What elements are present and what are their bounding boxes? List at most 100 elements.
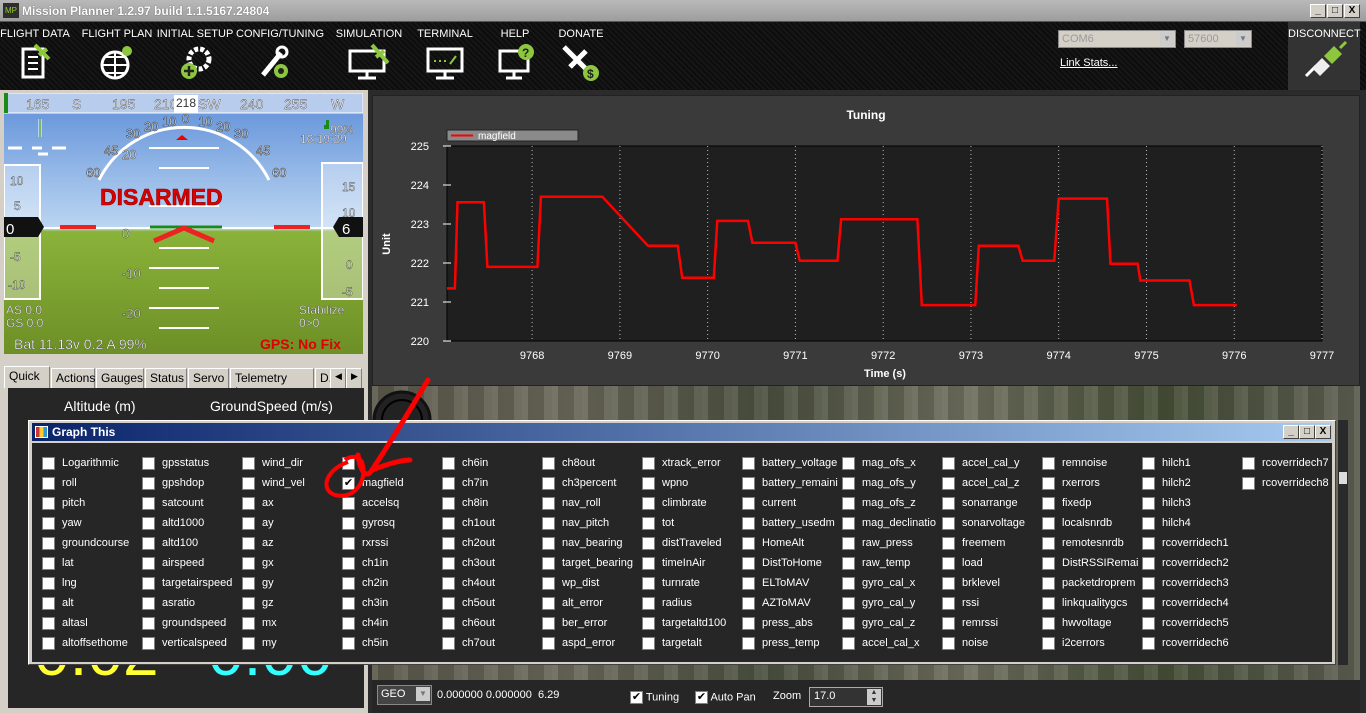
checkbox[interactable] [42, 556, 55, 570]
checkbox[interactable] [42, 496, 55, 510]
graph-field-checkbox[interactable]: ELToMAV [742, 573, 842, 593]
checkbox[interactable] [542, 516, 555, 530]
checkbox[interactable] [1042, 536, 1055, 550]
graph-field-checkbox[interactable]: ch8out [542, 453, 642, 473]
checkbox[interactable] [1242, 476, 1255, 490]
graph-field-checkbox[interactable]: rcoverridech6 [1142, 633, 1242, 653]
graph-field-checkbox[interactable]: gyro_cal_z [842, 613, 942, 633]
graph-field-checkbox[interactable]: my [242, 633, 342, 653]
graph-field-checkbox[interactable]: ch2out [442, 533, 542, 553]
graph-field-checkbox[interactable]: yaw [42, 513, 142, 533]
graph-field-checkbox[interactable]: accelsq [342, 493, 442, 513]
checkbox[interactable] [142, 536, 155, 550]
graph-field-checkbox[interactable]: rcoverridech7 [1242, 453, 1342, 473]
checkbox[interactable] [542, 636, 555, 650]
checkbox[interactable] [942, 536, 955, 550]
graph-field-checkbox[interactable]: groundcourse [42, 533, 142, 553]
checkbox[interactable] [542, 576, 555, 590]
graph-field-checkbox[interactable]: mag_ofs_x [842, 453, 942, 473]
graph-field-checkbox[interactable]: mx [242, 613, 342, 633]
graph-field-checkbox[interactable]: sonarvoltage [942, 513, 1042, 533]
graph-field-checkbox[interactable]: wind_dir [242, 453, 342, 473]
checkbox[interactable] [842, 516, 855, 530]
tab-scroll-right[interactable]: ▶ [346, 368, 362, 388]
checkbox[interactable] [1242, 456, 1255, 470]
graph-field-checkbox[interactable]: press_temp [742, 633, 842, 653]
graph-field-checkbox[interactable]: brklevel [942, 573, 1042, 593]
checkbox[interactable] [742, 616, 755, 630]
graph-field-checkbox[interactable]: mag_ofs_y [842, 473, 942, 493]
checkbox[interactable] [942, 476, 955, 490]
graph-field-checkbox[interactable]: linkqualitygcs [1042, 593, 1142, 613]
checkbox[interactable] [242, 536, 255, 550]
graph-field-checkbox[interactable]: wpno [642, 473, 742, 493]
checkbox[interactable] [1042, 616, 1055, 630]
checkbox[interactable] [1042, 596, 1055, 610]
checkbox[interactable] [942, 496, 955, 510]
checkbox[interactable] [942, 516, 955, 530]
toolbar-simulation[interactable]: SIMULATION [330, 22, 408, 90]
graph-field-checkbox[interactable]: satcount [142, 493, 242, 513]
graph-field-checkbox[interactable]: mag_ofs_z [842, 493, 942, 513]
graph-field-checkbox[interactable]: airspeed [142, 553, 242, 573]
checkbox[interactable] [442, 496, 455, 510]
graph-field-checkbox[interactable]: raw_press [842, 533, 942, 553]
coord-mode-select[interactable]: GEO ▼ [377, 685, 432, 705]
tab-scroll-left[interactable]: ◀ [330, 368, 346, 388]
graph-field-checkbox[interactable]: remotesnrdb [1042, 533, 1142, 553]
graph-field-checkbox[interactable]: gy [242, 573, 342, 593]
checkbox[interactable] [742, 576, 755, 590]
checkbox[interactable] [942, 616, 955, 630]
checkbox[interactable] [642, 576, 655, 590]
checkbox[interactable] [642, 516, 655, 530]
graph-field-checkbox[interactable]: ax [242, 493, 342, 513]
graph-field-checkbox[interactable] [342, 453, 442, 473]
checkbox[interactable] [42, 576, 55, 590]
graph-field-checkbox[interactable]: altd100 [142, 533, 242, 553]
graph-field-checkbox[interactable]: ch2in [342, 573, 442, 593]
checkbox[interactable] [642, 536, 655, 550]
checkbox[interactable] [142, 516, 155, 530]
graph-field-checkbox[interactable]: rcoverridech5 [1142, 613, 1242, 633]
checkbox[interactable] [1142, 636, 1155, 650]
graph-field-checkbox[interactable]: battery_remaini [742, 473, 842, 493]
graph-field-checkbox[interactable]: nav_pitch [542, 513, 642, 533]
checkbox[interactable] [642, 616, 655, 630]
graph-field-checkbox[interactable]: lat [42, 553, 142, 573]
checkbox[interactable] [242, 616, 255, 630]
graph-field-checkbox[interactable]: tot [642, 513, 742, 533]
dialog-minimize-button[interactable]: _ [1283, 425, 1299, 439]
graph-field-checkbox[interactable]: gyro_cal_y [842, 593, 942, 613]
checkbox[interactable] [742, 516, 755, 530]
baud-select[interactable]: 57600 ▼ [1184, 30, 1252, 48]
graph-field-checkbox[interactable]: AZToMAV [742, 593, 842, 613]
checkbox[interactable] [242, 516, 255, 530]
checkbox[interactable] [342, 516, 355, 530]
com-port-select[interactable]: COM6 ▼ [1058, 30, 1176, 48]
checkbox[interactable] [1142, 476, 1155, 490]
graph-field-checkbox[interactable]: roll [42, 473, 142, 493]
checkbox[interactable] [1042, 556, 1055, 570]
checkbox[interactable] [542, 496, 555, 510]
graph-field-checkbox[interactable]: targetaltd100 [642, 613, 742, 633]
graph-field-checkbox[interactable]: gpshdop [142, 473, 242, 493]
checkbox[interactable] [942, 556, 955, 570]
checkbox[interactable] [342, 496, 355, 510]
toolbar-flight-plan[interactable]: FLIGHT PLAN [78, 22, 156, 90]
minimize-button[interactable]: _ [1310, 4, 1326, 18]
graph-field-checkbox[interactable]: distTraveled [642, 533, 742, 553]
checkbox[interactable] [242, 556, 255, 570]
checkbox[interactable] [842, 636, 855, 650]
tab-actions[interactable]: Actions [51, 368, 95, 388]
checkbox[interactable] [842, 596, 855, 610]
checkbox[interactable] [42, 536, 55, 550]
checkbox[interactable] [542, 596, 555, 610]
checkbox[interactable] [442, 516, 455, 530]
graph-field-checkbox[interactable]: xtrack_error [642, 453, 742, 473]
checkbox[interactable] [542, 616, 555, 630]
checkbox[interactable] [342, 456, 355, 470]
graph-field-checkbox[interactable]: battery_voltage [742, 453, 842, 473]
checkbox[interactable] [742, 556, 755, 570]
graph-field-checkbox[interactable]: DistToHome [742, 553, 842, 573]
toolbar-terminal[interactable]: TERMINAL [406, 22, 484, 90]
